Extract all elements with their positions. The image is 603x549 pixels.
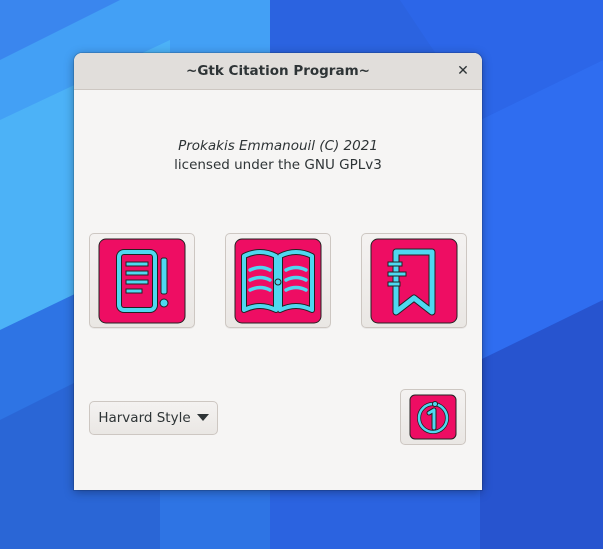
document-icon [98, 238, 186, 323]
credits-block: Prokakis Emmanouil (C) 2021 licensed und… [74, 137, 482, 175]
window-title: ~Gtk Citation Program~ [186, 63, 370, 79]
book-button[interactable] [225, 233, 331, 328]
app-window: ~Gtk Citation Program~ ✕ Prokakis Emmano… [74, 53, 482, 490]
close-icon: ✕ [457, 63, 469, 79]
citation-style-dropdown[interactable]: Harvard Style [89, 401, 218, 435]
bookmark-icon [370, 238, 458, 323]
bookmark-button[interactable] [361, 233, 467, 328]
chevron-down-icon [196, 414, 209, 421]
about-button[interactable] [400, 389, 466, 445]
citation-style-label: Harvard Style [98, 410, 191, 426]
author-text: Prokakis Emmanouil (C) 2021 [178, 138, 378, 154]
license-text: licensed under the GNU GPLv3 [174, 157, 382, 173]
open-book-icon [234, 238, 322, 323]
info-icon [409, 394, 457, 440]
document-button[interactable] [89, 233, 195, 328]
close-button[interactable]: ✕ [452, 60, 474, 82]
titlebar[interactable]: ~Gtk Citation Program~ ✕ [74, 53, 482, 90]
